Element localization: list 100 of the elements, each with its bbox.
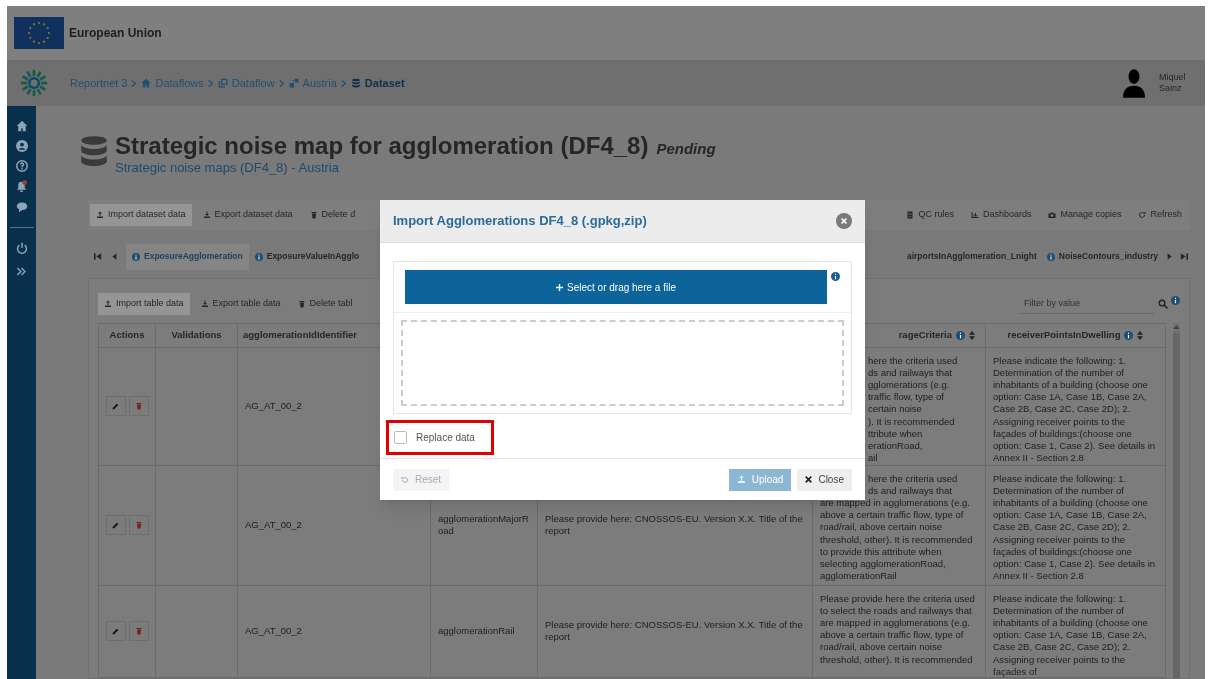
dataset-title: Strategic noise map for agglomeration (DF4_8) [115, 132, 649, 160]
user-name: Miquel Sainz [1159, 72, 1187, 94]
toolbar-button[interactable]: Refresh [1132, 203, 1188, 226]
home-icon[interactable] [15, 120, 28, 132]
toolbar-button[interactable]: Manage copies [1042, 203, 1128, 226]
edit-button[interactable] [105, 396, 126, 416]
list-icon [906, 210, 915, 219]
toolbar-button[interactable]: Delete d [303, 203, 362, 226]
toolbar-button[interactable]: Import dataset data [90, 203, 192, 226]
filter-field[interactable]: Filter by value [1019, 293, 1154, 314]
upload-icon [104, 299, 112, 308]
edit-button[interactable] [105, 621, 126, 641]
table-cell-text: Please provide here: CNOSSOS-EU. Version X.X. Title of the report [545, 512, 804, 538]
table-cell-text: Please indicate the following: 1. Determination of the number of inhabitants of a building (choose one option: Case 1A, Case 1B, Case 2A, Case 2B, Case 2C, Case 2D); 2. Assigning receiver points to the façades of [993, 592, 1149, 678]
replace-data-checkbox[interactable]: Replace data [394, 430, 475, 445]
column-header: rageCriteria [898, 327, 952, 342]
sitemap-icon [288, 78, 299, 88]
table-cell: agglomerationRail [438, 624, 515, 638]
chevron-right-icon [207, 78, 214, 88]
info-icon [831, 272, 840, 281]
avatar-icon[interactable] [1123, 68, 1145, 98]
copy-icon [217, 78, 228, 88]
refresh-icon [1138, 210, 1147, 219]
next-icon[interactable] [1166, 252, 1174, 261]
camera-icon [1048, 210, 1057, 219]
toolbar-button[interactable]: Delete tabl [291, 292, 359, 315]
info-icon [1171, 296, 1180, 305]
sort-icon[interactable] [1137, 330, 1144, 340]
close-icon[interactable] [836, 213, 852, 229]
home-icon [141, 78, 152, 88]
table-cell: here the criteria used ds and railways that [868, 472, 958, 497]
table-cell-text: Please provide here the criteria used to select the roads and railways that are mapped in agglomerations (e.g. above a certain traffic flow, type of road/rail, above certain noise threshold, other). It is recommended [820, 592, 976, 666]
table-cell: here the criteria used ds and railways that gglomerations (e.g. traffic flow, type of certain noise ). It is recommended ttribute when erationRoad, ail [868, 354, 958, 465]
table-cell: AG_AT_00_2 [245, 518, 302, 532]
toolbar-button[interactable]: Import table data [98, 292, 190, 315]
trash-icon [297, 299, 306, 308]
upload-icon [736, 475, 746, 484]
close-button[interactable]: Close [797, 468, 852, 491]
table-cell: AG_AT_00_2 [245, 399, 302, 413]
user-icon[interactable] [15, 140, 28, 152]
upload-icon [96, 210, 104, 219]
table-tab[interactable]: ExposureValueInAgglo [248, 243, 366, 270]
trash-icon [134, 627, 143, 635]
toolbar-button[interactable]: Export dataset data [196, 203, 299, 226]
chevron-right-icon [278, 78, 285, 88]
delete-button[interactable] [128, 515, 149, 535]
scroll-up-icon[interactable] [1173, 324, 1180, 329]
site-title: European Union [69, 25, 162, 42]
table-tab[interactable]: ExposureAgglomeration [126, 243, 249, 270]
table-tab[interactable]: airportsInAgglomeration_Lnight [906, 243, 1043, 270]
delete-button[interactable] [128, 396, 149, 416]
last-page-icon[interactable] [1180, 252, 1188, 261]
toolbar-button[interactable]: Dashboards [964, 203, 1038, 226]
select-file-button[interactable]: Select or drag here a file [405, 270, 827, 304]
plus-icon [556, 283, 563, 291]
pencil-icon [112, 402, 119, 410]
column-header: receiverPointsInDwelling [1007, 327, 1121, 342]
info-icon [254, 252, 263, 261]
first-page-icon[interactable] [94, 252, 102, 261]
column-header: Validations [171, 327, 222, 342]
toolbar-button[interactable]: QC rules [900, 203, 960, 226]
toolbar-button[interactable]: Export table data [194, 292, 287, 315]
status-label: Pending [656, 139, 716, 159]
database-icon [350, 78, 361, 88]
column-header: Actions [109, 327, 145, 342]
pencil-icon [112, 521, 119, 529]
table-cell-text: Please indicate the following: 1. Determination of the number of inhabitants of a building (choose one option: Case 1A, Case 1B, Case 2A, Case 2B, Case 2C, Case 2D); 2. Assigning receiver points to the façades of buildings:(choose one option: Case 1, Case 2). See details in Annex II - Section 2.8 [993, 354, 1157, 465]
sort-icon[interactable] [969, 330, 975, 340]
table-cell: agglomerationMajorRoad [438, 512, 530, 538]
close-icon [805, 476, 813, 483]
table-cell-text: Please indicate the following: 1. Determination of the number of inhabitants of a building (choose one option: Case 1A, Case 1B, Case 2A, Case 2B, Case 2C, Case 2D); 2. Assigning receiver points to the façades of buildings:(choose one option: Case 1, Case 2). See details in Annex II - Section 2.8 [993, 472, 1157, 583]
current-page[interactable]: Dataset [350, 74, 405, 92]
dataflow-link[interactable]: Strategic noise maps (DF4_8) - Austria [115, 160, 716, 175]
table-cell: AG_AT_00_2 [245, 624, 302, 638]
sun-logo [20, 69, 48, 97]
column-header: agglomerationIdIdentifier [243, 327, 357, 342]
scrollbar[interactable] [1173, 322, 1180, 678]
table-tab[interactable]: NoiseContours_industry [1042, 243, 1162, 270]
trash-icon [309, 210, 318, 219]
table-cell-text: are mapped in agglomerations (e.g. above a certain traffic flow, type of road/rail, above certain noise threshold, other). It is recommended to provide this attribute when selecting agglomerationRoad, agglomerationRail [820, 496, 974, 583]
chat-icon[interactable] [15, 201, 28, 213]
bell-icon[interactable] [15, 180, 28, 193]
previous-icon[interactable] [110, 252, 118, 261]
download-icon [202, 210, 211, 219]
power-icon[interactable] [15, 242, 28, 254]
double-chevron-icon[interactable] [16, 266, 27, 277]
chevron-right-icon [131, 78, 138, 88]
chevron-right-icon [340, 78, 347, 88]
info-icon [1046, 252, 1055, 261]
dialog-title: Import Agglomerations DF4_8 (.gpkg,zip) [393, 212, 647, 231]
table-cell-text: Please provide here: CNOSSOS-EU. Version X.X. Title of the report [545, 618, 804, 644]
info-icon [132, 252, 140, 261]
help-icon[interactable] [15, 160, 28, 172]
pencil-icon [112, 627, 119, 635]
delete-button[interactable] [128, 621, 149, 641]
bar-chart-icon [970, 210, 979, 219]
download-icon [200, 299, 209, 308]
edit-button[interactable] [105, 515, 126, 535]
search-icon[interactable] [1158, 298, 1168, 309]
trash-icon [134, 521, 143, 529]
